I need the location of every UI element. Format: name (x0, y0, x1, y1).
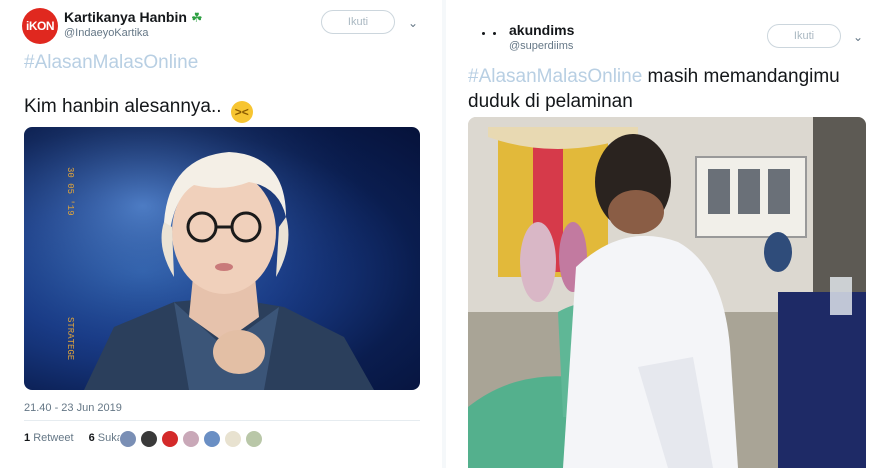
tweet-text-line1: masih memandangimu (647, 66, 840, 87)
chevron-down-icon[interactable]: ⌄ (853, 30, 863, 44)
tweet-left: iKON Kartikanya Hanbin ☘ @IndaeyoKartika … (0, 0, 440, 468)
liker-avatar[interactable] (224, 430, 242, 448)
tweet-stats: 1 Retweet 6 Suka (24, 432, 123, 444)
timestamp[interactable]: 21.40 - 23 Jun 2019 (24, 402, 122, 414)
tweet-photo[interactable]: 30 05 '19 STRATEGE (24, 127, 420, 390)
liker-avatar[interactable] (140, 430, 158, 448)
user-name[interactable]: akundims (509, 22, 574, 38)
retweet-label[interactable]: Retweet (33, 432, 73, 444)
tweet-text-line2: duduk di pelaminan (468, 91, 633, 112)
tweet-text: Kim hanbin alesannya.. >< (24, 94, 253, 123)
user-handle[interactable]: @superdiims (509, 40, 573, 52)
chevron-down-icon[interactable]: ⌄ (408, 16, 418, 30)
hashtag-link[interactable]: #AlasanMalasOnline (468, 66, 642, 87)
photo-illustration: 30 05 '19 STRATEGE (24, 127, 420, 390)
follow-button[interactable]: Ikuti (321, 10, 395, 34)
divider (24, 420, 420, 421)
user-name[interactable]: Kartikanya Hanbin ☘ (64, 9, 203, 26)
like-count[interactable]: 6 (89, 432, 95, 444)
tweet-text: #AlasanMalasOnline masih memandangimu (468, 64, 840, 90)
column-divider (442, 0, 446, 468)
photo-illustration (468, 117, 866, 468)
hashtag-link[interactable]: #AlasanMalasOnline (24, 52, 198, 74)
clover-icon: ☘ (190, 10, 203, 25)
liker-avatar[interactable] (245, 430, 263, 448)
user-name-text[interactable]: Kartikanya Hanbin (64, 9, 187, 25)
user-handle[interactable]: @IndaeyoKartika (64, 27, 149, 39)
retweet-count[interactable]: 1 (24, 432, 30, 444)
tweet-text-body: Kim hanbin alesannya.. (24, 96, 222, 117)
svg-text:30 05 '19: 30 05 '19 (65, 167, 75, 216)
liker-avatar[interactable] (182, 430, 200, 448)
confounded-face-icon: >< (230, 101, 253, 123)
liker-avatar[interactable] (161, 430, 179, 448)
follow-button[interactable]: Ikuti (767, 24, 841, 48)
avatar[interactable]: iKON (22, 8, 58, 44)
liker-avatar[interactable] (119, 430, 137, 448)
tweet-photo[interactable] (468, 117, 866, 468)
avatar[interactable] (480, 26, 500, 40)
svg-text:STRATEGE: STRATEGE (65, 317, 75, 360)
liker-avatar[interactable] (203, 430, 221, 448)
